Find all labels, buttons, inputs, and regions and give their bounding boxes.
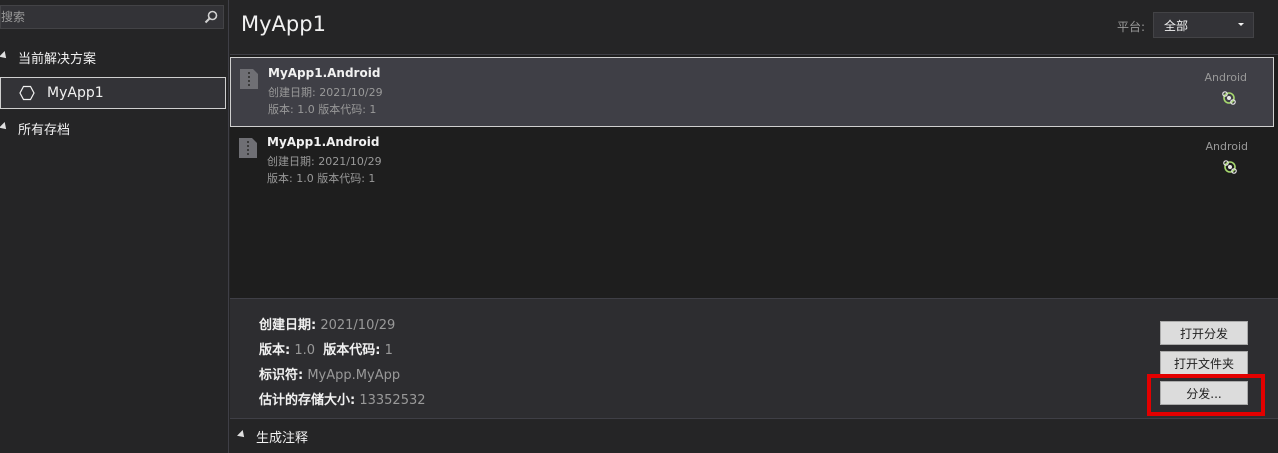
detail-version-label: 版本:: [259, 343, 291, 358]
all-archives-label: 所有存档: [18, 122, 71, 138]
archive-name: MyApp1.Android: [268, 66, 381, 80]
platform-dropdown-value: 全部: [1164, 18, 1189, 33]
archive-platform: Android: [1204, 71, 1247, 84]
search-icon[interactable]: [203, 9, 219, 25]
tree-all-archives[interactable]: 所有存档: [0, 117, 229, 139]
expand-triangle-icon[interactable]: [237, 430, 247, 440]
distribute-button[interactable]: 分发...: [1160, 381, 1248, 405]
build-notes-header[interactable]: 生成注释: [230, 418, 1278, 453]
detail-created-value: 2021/10/29: [320, 318, 396, 333]
android-icon: [1223, 160, 1237, 174]
archive-date: 创建日期: 2021/10/29: [267, 155, 382, 168]
detail-version: 版本: 1.0 版本代码: 1: [259, 339, 393, 358]
page-title: MyApp1: [241, 12, 326, 36]
search-box[interactable]: [0, 5, 224, 29]
android-icon: [1222, 91, 1236, 105]
tree-item-myapp1[interactable]: MyApp1: [0, 77, 226, 109]
detail-identifier-value: MyApp.MyApp: [307, 368, 401, 383]
detail-created: 创建日期: 2021/10/29: [259, 314, 395, 333]
hexagon-icon: [19, 85, 35, 101]
archive-row[interactable]: MyApp1.Android 创建日期: 2021/10/29 版本: 1.0 …: [230, 127, 1274, 197]
detail-version-value: 1.0: [294, 343, 316, 358]
open-distribution-button[interactable]: 打开分发: [1160, 321, 1248, 345]
search-input[interactable]: [1, 6, 197, 28]
archive-file-icon: [239, 138, 257, 158]
detail-identifier: 标识符: MyApp.MyApp: [259, 364, 400, 383]
detail-version-code-label: 版本代码:: [323, 343, 381, 358]
platform-label: 平台:: [1117, 20, 1146, 34]
main-panel: MyApp1 平台: 全部 MyApp1.Android 创建日期: 2021/…: [230, 0, 1278, 453]
archive-version: 版本: 1.0 版本代码: 1: [268, 103, 377, 116]
chevron-down-icon: [1238, 23, 1244, 26]
detail-size-label: 估计的存储大小:: [259, 393, 356, 408]
current-solution-label: 当前解决方案: [18, 51, 97, 67]
archive-details: 创建日期: 2021/10/29 版本: 1.0 版本代码: 1 标识符: My…: [230, 298, 1278, 418]
archive-platform: Android: [1205, 140, 1248, 153]
tree-item-label: MyApp1: [47, 85, 104, 101]
open-folder-button[interactable]: 打开文件夹: [1160, 351, 1248, 375]
expand-triangle-icon[interactable]: [0, 51, 9, 61]
archive-list: MyApp1.Android 创建日期: 2021/10/29 版本: 1.0 …: [230, 54, 1278, 298]
archive-file-icon: [240, 69, 258, 89]
sidebar: 当前解决方案 MyApp1 所有存档: [0, 0, 229, 453]
build-notes-label: 生成注释: [256, 430, 309, 446]
expand-triangle-icon[interactable]: [0, 122, 9, 132]
detail-identifier-label: 标识符:: [259, 368, 304, 383]
detail-size: 估计的存储大小: 13352532: [259, 389, 426, 408]
platform-dropdown[interactable]: 全部: [1153, 12, 1254, 38]
archive-row[interactable]: MyApp1.Android 创建日期: 2021/10/29 版本: 1.0 …: [230, 57, 1274, 127]
archive-date: 创建日期: 2021/10/29: [268, 86, 383, 99]
detail-version-code-value: 1: [384, 343, 393, 358]
tree-current-solution[interactable]: 当前解决方案: [0, 46, 229, 68]
detail-size-value: 13352532: [359, 393, 426, 408]
archive-version: 版本: 1.0 版本代码: 1: [267, 172, 376, 185]
archive-name: MyApp1.Android: [267, 135, 380, 149]
detail-created-label: 创建日期:: [259, 318, 317, 333]
